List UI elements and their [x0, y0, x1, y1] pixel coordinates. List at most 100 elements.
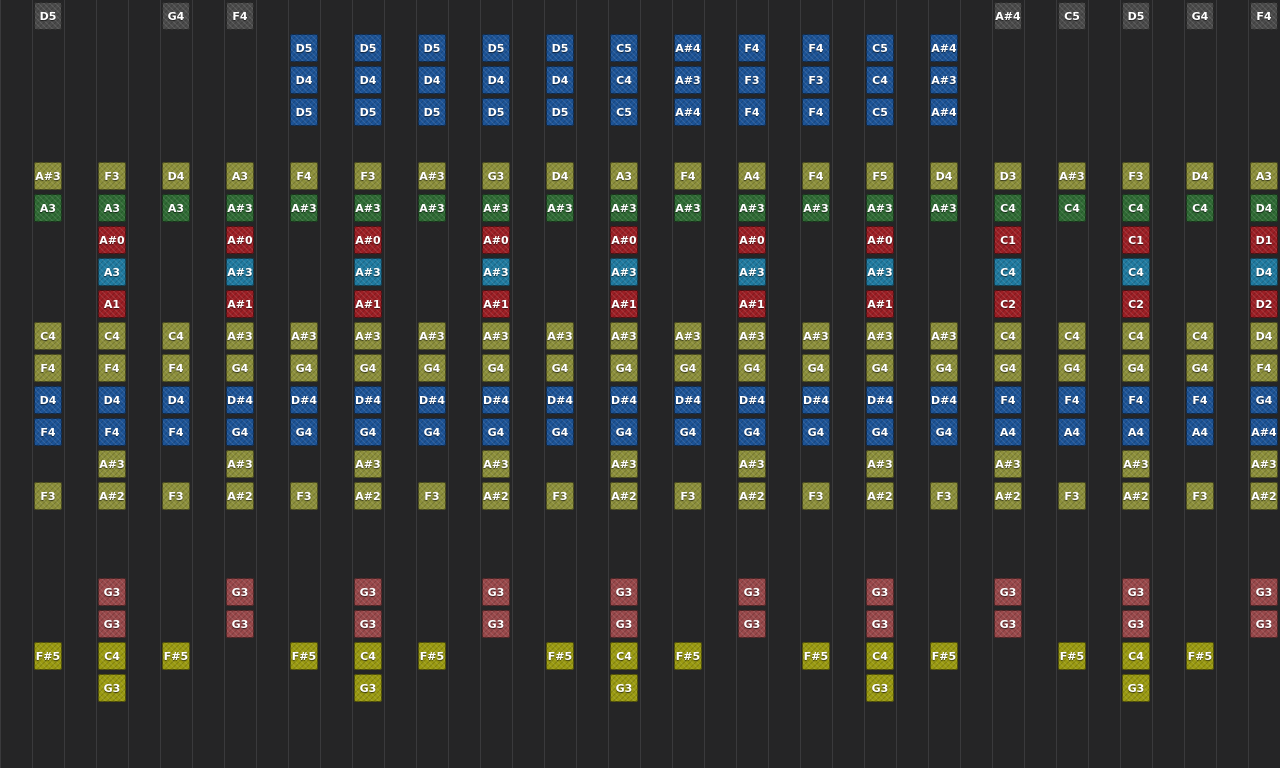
note-cell[interactable]: F4 [994, 386, 1022, 414]
note-cell[interactable]: A#2 [610, 482, 638, 510]
note-cell[interactable]: A#3 [546, 322, 574, 350]
note-cell[interactable]: G4 [482, 418, 510, 446]
note-cell[interactable]: A4 [1122, 418, 1150, 446]
note-cell[interactable]: D#4 [418, 386, 446, 414]
note-cell[interactable]: F#5 [546, 642, 574, 670]
note-cell[interactable]: C5 [866, 34, 894, 62]
note-cell[interactable]: A#0 [866, 226, 894, 254]
note-cell[interactable]: G4 [930, 354, 958, 382]
note-cell[interactable]: G3 [354, 578, 382, 606]
note-cell[interactable]: G4 [226, 354, 254, 382]
note-cell[interactable]: F3 [546, 482, 574, 510]
note-cell[interactable]: A#3 [34, 162, 62, 190]
note-cell[interactable]: G4 [1122, 354, 1150, 382]
note-cell[interactable]: F4 [98, 354, 126, 382]
note-cell[interactable]: A#0 [610, 226, 638, 254]
note-cell[interactable]: G3 [226, 610, 254, 638]
note-cell[interactable]: A#2 [482, 482, 510, 510]
note-cell[interactable]: A#3 [866, 450, 894, 478]
note-cell[interactable]: G3 [610, 674, 638, 702]
note-cell[interactable]: A#3 [674, 194, 702, 222]
note-cell[interactable]: C4 [866, 642, 894, 670]
note-cell[interactable]: D4 [930, 162, 958, 190]
note-cell[interactable]: G4 [354, 418, 382, 446]
note-cell[interactable]: G4 [226, 418, 254, 446]
note-cell[interactable]: F4 [1186, 386, 1214, 414]
note-cell[interactable]: A#3 [866, 322, 894, 350]
note-cell[interactable]: F3 [802, 482, 830, 510]
note-cell[interactable]: D5 [546, 98, 574, 126]
note-cell[interactable]: C4 [1122, 194, 1150, 222]
note-cell[interactable]: C4 [1058, 322, 1086, 350]
note-cell[interactable]: A#0 [98, 226, 126, 254]
note-cell[interactable]: C4 [162, 322, 190, 350]
note-cell[interactable]: A#2 [866, 482, 894, 510]
note-cell[interactable]: A#3 [354, 450, 382, 478]
note-cell[interactable]: F3 [1058, 482, 1086, 510]
note-cell[interactable]: G3 [482, 578, 510, 606]
note-cell[interactable]: C4 [1122, 642, 1150, 670]
note-cell[interactable]: F4 [1250, 354, 1278, 382]
note-cell[interactable]: F4 [162, 418, 190, 446]
note-cell[interactable]: F3 [674, 482, 702, 510]
note-cell[interactable]: A#3 [610, 322, 638, 350]
note-cell[interactable]: A#3 [290, 322, 318, 350]
note-cell[interactable]: D4 [162, 162, 190, 190]
note-cell[interactable]: D4 [162, 386, 190, 414]
note-cell[interactable]: G3 [226, 578, 254, 606]
note-cell[interactable]: C4 [994, 322, 1022, 350]
note-cell[interactable]: A#3 [290, 194, 318, 222]
note-cell[interactable]: D5 [354, 98, 382, 126]
note-cell[interactable]: A#3 [418, 194, 446, 222]
note-cell[interactable]: A#3 [802, 194, 830, 222]
note-cell[interactable]: D4 [546, 66, 574, 94]
note-cell[interactable]: G3 [866, 578, 894, 606]
note-cell[interactable]: G4 [610, 354, 638, 382]
note-cell[interactable]: A#1 [226, 290, 254, 318]
note-cell[interactable]: F5 [866, 162, 894, 190]
note-cell[interactable]: A#3 [738, 450, 766, 478]
note-cell[interactable]: G4 [994, 354, 1022, 382]
note-cell[interactable]: G4 [546, 354, 574, 382]
note-cell[interactable]: F4 [1250, 2, 1278, 30]
note-cell[interactable]: G4 [674, 354, 702, 382]
note-cell[interactable]: A#3 [1122, 450, 1150, 478]
note-cell[interactable]: G3 [98, 674, 126, 702]
note-cell[interactable]: F3 [290, 482, 318, 510]
note-cell[interactable]: A#3 [610, 450, 638, 478]
note-cell[interactable]: F#5 [1186, 642, 1214, 670]
note-cell[interactable]: D5 [290, 98, 318, 126]
note-cell[interactable]: F3 [1186, 482, 1214, 510]
note-cell[interactable]: A#3 [1250, 450, 1278, 478]
note-cell[interactable]: A#3 [226, 450, 254, 478]
note-cell[interactable]: D5 [482, 34, 510, 62]
note-cell[interactable]: F3 [34, 482, 62, 510]
note-cell[interactable]: D#4 [674, 386, 702, 414]
note-cell[interactable]: F3 [418, 482, 446, 510]
note-cell[interactable]: G4 [354, 354, 382, 382]
note-cell[interactable]: C5 [866, 98, 894, 126]
note-cell[interactable]: D4 [1250, 194, 1278, 222]
note-cell[interactable]: G3 [98, 578, 126, 606]
note-cell[interactable]: A#0 [738, 226, 766, 254]
note-cell[interactable]: C4 [994, 258, 1022, 286]
note-cell[interactable]: G4 [482, 354, 510, 382]
note-cell[interactable]: A#4 [1250, 418, 1278, 446]
note-cell[interactable]: D5 [354, 34, 382, 62]
note-cell[interactable]: D3 [994, 162, 1022, 190]
note-cell[interactable]: A#1 [610, 290, 638, 318]
note-cell[interactable]: C4 [994, 194, 1022, 222]
note-cell[interactable]: A#3 [226, 322, 254, 350]
note-cell[interactable]: G4 [290, 354, 318, 382]
note-cell[interactable]: G3 [866, 674, 894, 702]
note-cell[interactable]: G4 [738, 418, 766, 446]
note-cell[interactable]: A#2 [738, 482, 766, 510]
note-cell[interactable]: G4 [610, 418, 638, 446]
note-cell[interactable]: A#1 [738, 290, 766, 318]
note-cell[interactable]: D#4 [930, 386, 958, 414]
note-cell[interactable]: F4 [226, 2, 254, 30]
note-cell[interactable]: G3 [354, 674, 382, 702]
note-cell[interactable]: A#3 [674, 66, 702, 94]
note-cell[interactable]: F#5 [418, 642, 446, 670]
note-cell[interactable]: A#3 [866, 194, 894, 222]
